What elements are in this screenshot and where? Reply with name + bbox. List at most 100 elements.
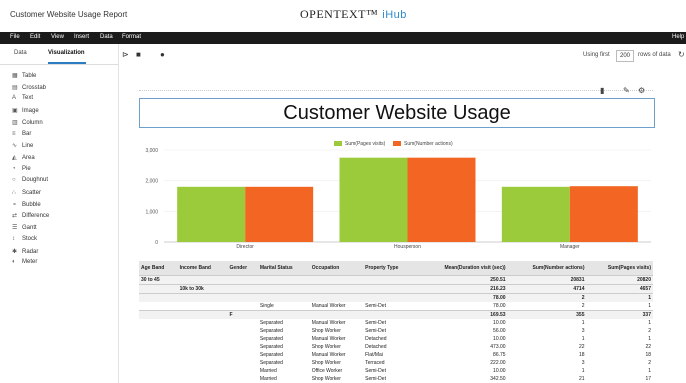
viz-item-text[interactable]: A Text (12, 95, 33, 105)
table-cell (228, 302, 258, 311)
trash-icon[interactable]: ▮ (600, 86, 604, 95)
viz-item-column[interactable]: ▥ Column (12, 119, 43, 129)
refresh-icon[interactable]: ↻ (678, 50, 685, 59)
table-cell: 216.23 (415, 284, 508, 294)
menu-help[interactable]: Help (672, 34, 684, 40)
column-header[interactable]: Income Band (177, 261, 228, 276)
viz-item-bar[interactable]: ≡ Bar (12, 131, 31, 141)
table-cell: 4714 (507, 284, 587, 294)
table-cell (228, 367, 258, 375)
viz-item-label: Table (22, 73, 37, 79)
table-cell: 10.00 (493, 320, 506, 326)
table-row: 30 to 45 250.51 20831 20820 (139, 275, 653, 285)
viz-item-image[interactable]: ▣ Image (12, 107, 39, 117)
table-row: Married Shop Worker Semi-Det 342.50 21 17 (139, 375, 653, 383)
table-cell: 10.00 (493, 368, 506, 374)
viz-item-scatter[interactable]: ∴ Scatter (12, 189, 41, 199)
pencil-icon[interactable]: ✎ (623, 86, 630, 95)
meter-icon: ◐ (12, 259, 16, 266)
x-tick-label: Director (236, 244, 254, 250)
menu-view[interactable]: View (51, 34, 64, 40)
menu-data[interactable]: Data (100, 34, 113, 40)
table-cell (139, 319, 178, 327)
table-cell (139, 375, 178, 383)
viz-item-label: Meter (22, 259, 38, 266)
viz-item-doughnut[interactable]: ○ Doughnut (12, 177, 48, 187)
table-cell: 222.00 (490, 360, 506, 366)
table-cell: 78.00 (493, 303, 506, 309)
viz-item-meter[interactable]: ◐ Meter (12, 259, 37, 269)
folder-icon[interactable]: ■ (136, 50, 141, 59)
table-cell (178, 351, 228, 359)
y-tick-label: 3,000 (145, 148, 158, 154)
filter-icon[interactable]: ⊳ (122, 50, 129, 59)
viz-item-pie[interactable]: ◔ Pie (12, 166, 31, 176)
x-tick-label: Manager (560, 244, 580, 250)
viz-item-table[interactable]: ▦ Table (12, 72, 36, 82)
title-bar: Customer Website Usage Report OPENTEXT™ i… (0, 0, 686, 33)
table-cell (178, 335, 228, 343)
table-cell: 18 (645, 352, 651, 358)
bar-manager-series-2 (569, 186, 638, 242)
column-header[interactable]: Property Type (363, 261, 416, 276)
table-cell: 22 (645, 344, 651, 350)
viz-item-stock[interactable]: ↕ Stock (12, 236, 37, 246)
viz-item-label: Image (22, 108, 39, 115)
table-cell: Shop Worker (311, 376, 341, 382)
menu-file[interactable]: File (10, 34, 20, 40)
table-cell: Semi-Det (365, 320, 386, 326)
rows-input[interactable]: 200 (616, 50, 634, 62)
table-cell (228, 375, 258, 383)
table-cell (178, 343, 228, 351)
table-cell (228, 327, 258, 335)
viz-item-label: Scatter (22, 190, 42, 196)
viz-item-label: Radar (22, 248, 39, 255)
viz-item-difference[interactable]: ⇄ Difference (12, 212, 49, 222)
table-cell: 2 (507, 293, 587, 302)
viz-item-bubble[interactable]: ⚬ Bubble (12, 201, 41, 211)
table-cell: Married (259, 368, 277, 374)
table-cell: Separated (259, 320, 283, 326)
table-cell (227, 275, 258, 285)
table-cell (177, 310, 228, 319)
table-cell: Manual Worker (311, 303, 346, 309)
table-cell: 355 (507, 310, 587, 319)
table-cell: 473.00 (490, 344, 506, 350)
report-header[interactable]: Customer Website Usage (139, 98, 655, 128)
rows-of-data-label: rows of data (638, 52, 671, 58)
table-cell: Single (259, 303, 274, 309)
tab-data[interactable]: Data (14, 50, 27, 56)
column-header[interactable]: Age Band (139, 261, 178, 276)
table-cell: 17 (645, 376, 651, 382)
column-header[interactable]: Occupation (309, 261, 364, 276)
column-header[interactable]: Mean(Duration visit (sec)) (415, 261, 508, 276)
table-cell (178, 302, 228, 311)
viz-item-area[interactable]: ◭ Area (12, 154, 35, 164)
viz-item-crosstab[interactable]: ▤ Crosstab (12, 84, 46, 94)
tab-visualization[interactable]: Visualization (48, 50, 85, 56)
menu-bar: File Edit View Insert Data Format Help (0, 32, 686, 44)
table-row: Separated Shop Worker Semi-Det 56.00 3 2 (139, 327, 653, 335)
table-cell: 18 (578, 352, 585, 358)
viz-item-gantt[interactable]: ☰ Gantt (12, 224, 37, 234)
table-cell: 337 (586, 310, 653, 319)
bar-icon: ≡ (12, 130, 16, 137)
brand-name: OPENTEXT™ (300, 7, 379, 21)
bar-manager-series-1 (501, 186, 570, 242)
table-cell: 10.00 (493, 336, 506, 342)
menu-insert[interactable]: Insert (74, 34, 89, 40)
bar-director-series-1 (177, 186, 246, 242)
viz-item-radar[interactable]: ✱ Radar (12, 248, 38, 258)
video-icon[interactable]: ● (160, 50, 165, 59)
gear-icon[interactable]: ⚙ (638, 86, 645, 95)
menu-edit[interactable]: Edit (30, 34, 40, 40)
viz-item-line[interactable]: ∿ Line (12, 142, 33, 152)
menu-format[interactable]: Format (122, 34, 141, 40)
table-cell: Semi-Det (365, 368, 386, 374)
sidebar: Data Visualization ▦ Table ▤ Crosstab A Text ▣… (0, 44, 119, 383)
column-header[interactable]: Sum(Pages visits) (586, 261, 653, 276)
column-header[interactable]: Marital Status (257, 261, 310, 276)
column-header[interactable]: Gender (227, 261, 258, 276)
viz-item-label: Area (22, 154, 35, 161)
column-header[interactable]: Sum(Number actions) (507, 261, 587, 276)
